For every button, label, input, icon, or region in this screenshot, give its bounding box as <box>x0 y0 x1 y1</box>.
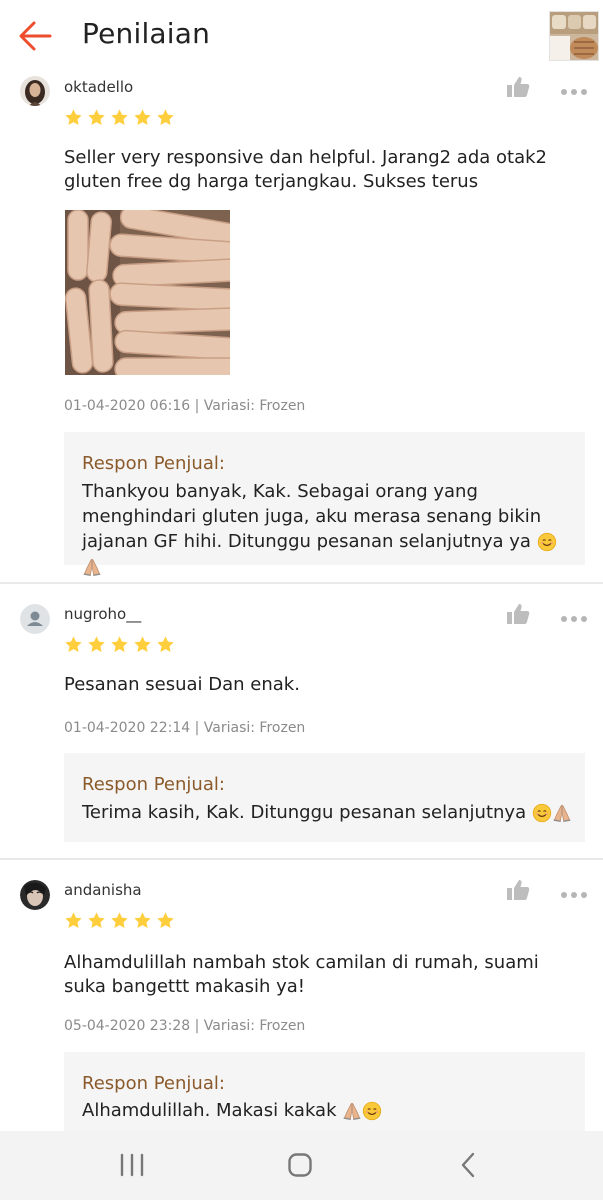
seller-response-text: Thankyou banyak, Kak. Sebagai orang yang… <box>82 479 572 579</box>
star-icon <box>87 911 106 930</box>
star-icon <box>110 911 129 930</box>
folded-hands-emoji-icon <box>82 557 102 577</box>
review-photo[interactable] <box>65 210 230 375</box>
home-icon[interactable] <box>280 1145 320 1185</box>
star-rating <box>64 635 175 655</box>
star-icon <box>133 108 152 127</box>
seller-response: Respon Penjual: Terima kasih, Kak. Ditun… <box>64 753 585 842</box>
review-item: andanisha Alhamdulillah nambah stok cami… <box>0 860 603 1131</box>
back-arrow-icon[interactable] <box>14 18 56 54</box>
top-app-bar: Penilaian <box>0 0 603 70</box>
review-meta: 01-04-2020 22:14 | Variasi: Frozen <box>64 720 306 736</box>
seller-response-text: Terima kasih, Kak. Ditunggu pesanan sela… <box>82 800 572 825</box>
thumbs-up-icon[interactable] <box>506 76 530 98</box>
avatar <box>20 604 50 634</box>
seller-response-text: Alhamdulillah. Makasi kakak <box>82 1098 572 1123</box>
seller-response: Respon Penjual: Thankyou banyak, Kak. Se… <box>64 432 585 565</box>
review-comment: Pesanan sesuai Dan enak. <box>64 674 300 695</box>
folded-hands-emoji-icon <box>552 803 572 823</box>
reviewer-name: andanisha <box>64 881 142 899</box>
recent-apps-icon[interactable] <box>112 1145 152 1185</box>
thumbs-up-icon[interactable] <box>506 603 530 625</box>
review-item: oktadello Seller very responsive dan hel… <box>0 70 603 584</box>
star-icon <box>87 108 106 127</box>
more-options-icon[interactable] <box>560 885 588 898</box>
star-icon <box>64 635 83 654</box>
folded-hands-emoji-icon <box>342 1101 362 1121</box>
review-comment: Seller very responsive dan helpful. Jara… <box>64 147 547 192</box>
thumbs-up-icon[interactable] <box>506 879 530 901</box>
smiling-face-emoji-icon <box>537 532 557 552</box>
avatar <box>20 76 50 106</box>
review-meta: 01-04-2020 06:16 | Variasi: Frozen <box>64 398 306 414</box>
seller-response: Respon Penjual: Alhamdulillah. Makasi ka… <box>64 1052 585 1131</box>
more-options-icon[interactable] <box>560 609 588 622</box>
more-options-icon[interactable] <box>560 82 588 95</box>
smiling-face-emoji-icon <box>532 803 552 823</box>
reviewer-name: nugroho__ <box>64 605 142 623</box>
star-icon <box>110 108 129 127</box>
star-icon <box>156 108 175 127</box>
avatar <box>20 880 50 910</box>
star-rating <box>64 108 175 128</box>
star-icon <box>156 911 175 930</box>
smiling-face-emoji-icon <box>362 1101 382 1121</box>
review-item: nugroho__ Pesanan sesuai Dan enak. 01-04… <box>0 584 603 860</box>
review-meta: 05-04-2020 23:28 | Variasi: Frozen <box>64 1018 306 1034</box>
star-icon <box>64 108 83 127</box>
star-icon <box>64 911 83 930</box>
nav-back-icon[interactable] <box>448 1145 488 1185</box>
reviewer-name: oktadello <box>64 78 134 96</box>
star-rating <box>64 911 175 931</box>
seller-response-label: Respon Penjual: <box>82 453 225 474</box>
star-icon <box>110 635 129 654</box>
star-icon <box>133 635 152 654</box>
product-thumbnail[interactable] <box>549 11 599 61</box>
review-comment: Alhamdulillah nambah stok camilan di rum… <box>64 952 539 997</box>
seller-response-label: Respon Penjual: <box>82 774 225 795</box>
system-navigation-bar <box>0 1131 603 1200</box>
page-title: Penilaian <box>82 17 211 50</box>
star-icon <box>133 911 152 930</box>
star-icon <box>87 635 106 654</box>
seller-response-label: Respon Penjual: <box>82 1073 225 1094</box>
star-icon <box>156 635 175 654</box>
